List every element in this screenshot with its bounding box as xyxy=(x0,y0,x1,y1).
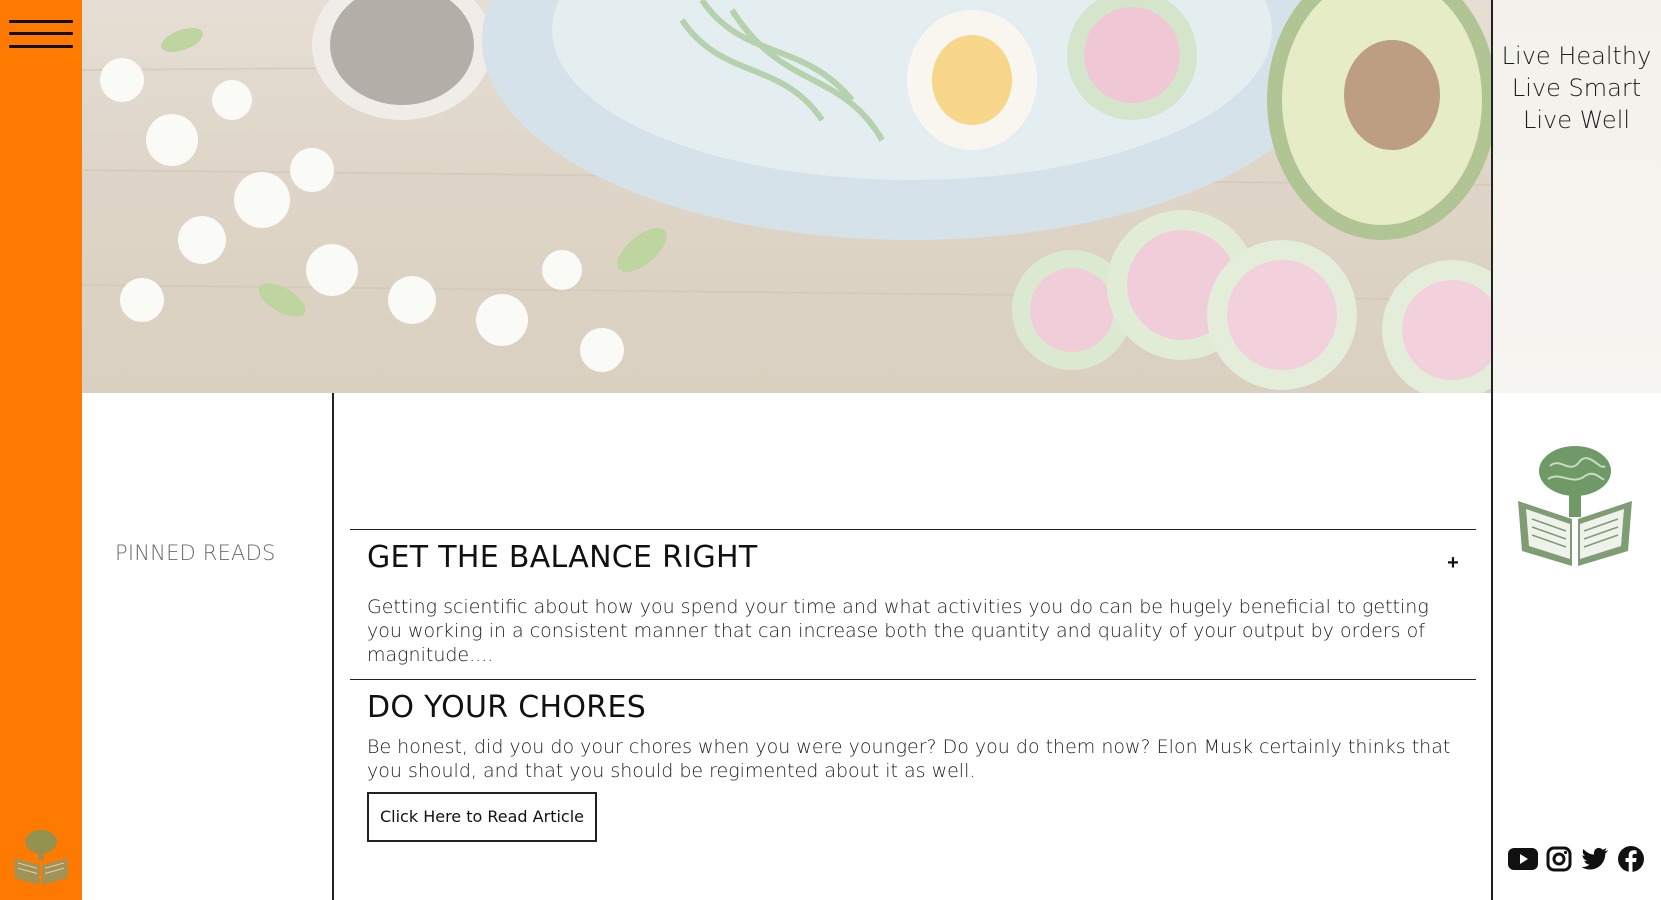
tagline-line-3: Live Well xyxy=(1522,106,1631,134)
brain-book-logo-icon xyxy=(1518,446,1632,566)
pinned-reads-label: PINNED READS xyxy=(115,541,276,565)
tagline-line-2: Live Smart xyxy=(1511,74,1642,102)
hamburger-menu-icon[interactable] xyxy=(9,18,73,52)
facebook-icon[interactable] xyxy=(1616,844,1646,874)
social-links xyxy=(1508,843,1646,875)
article-title[interactable]: GET THE BALANCE RIGHT xyxy=(367,540,757,575)
instagram-icon[interactable] xyxy=(1544,844,1574,874)
tagline: Live Healthy Live Smart Live Well xyxy=(1492,40,1661,136)
column-divider xyxy=(1491,0,1493,900)
article-title[interactable]: DO YOUR CHORES xyxy=(367,690,646,725)
tagline-panel: Live Healthy Live Smart Live Well xyxy=(1492,0,1661,393)
twitter-icon[interactable] xyxy=(1580,844,1610,874)
column-divider xyxy=(332,393,334,900)
hero-image xyxy=(82,0,1492,393)
article-excerpt: Getting scientific about how you spend y… xyxy=(367,596,1429,666)
article-card: GET THE BALANCE RIGHT + Getting scientif… xyxy=(350,529,1476,679)
expand-plus-icon[interactable]: + xyxy=(1444,553,1462,573)
tagline-line-1: Live Healthy xyxy=(1501,42,1652,70)
brain-book-logo-icon[interactable] xyxy=(8,822,74,888)
read-article-button[interactable]: Click Here to Read Article xyxy=(367,792,597,842)
left-sidebar xyxy=(0,0,82,900)
article-card: DO YOUR CHORES Be honest, did you do you… xyxy=(350,679,1476,900)
youtube-icon[interactable] xyxy=(1508,844,1538,874)
article-excerpt: Be honest, did you do your chores when y… xyxy=(367,736,1451,782)
